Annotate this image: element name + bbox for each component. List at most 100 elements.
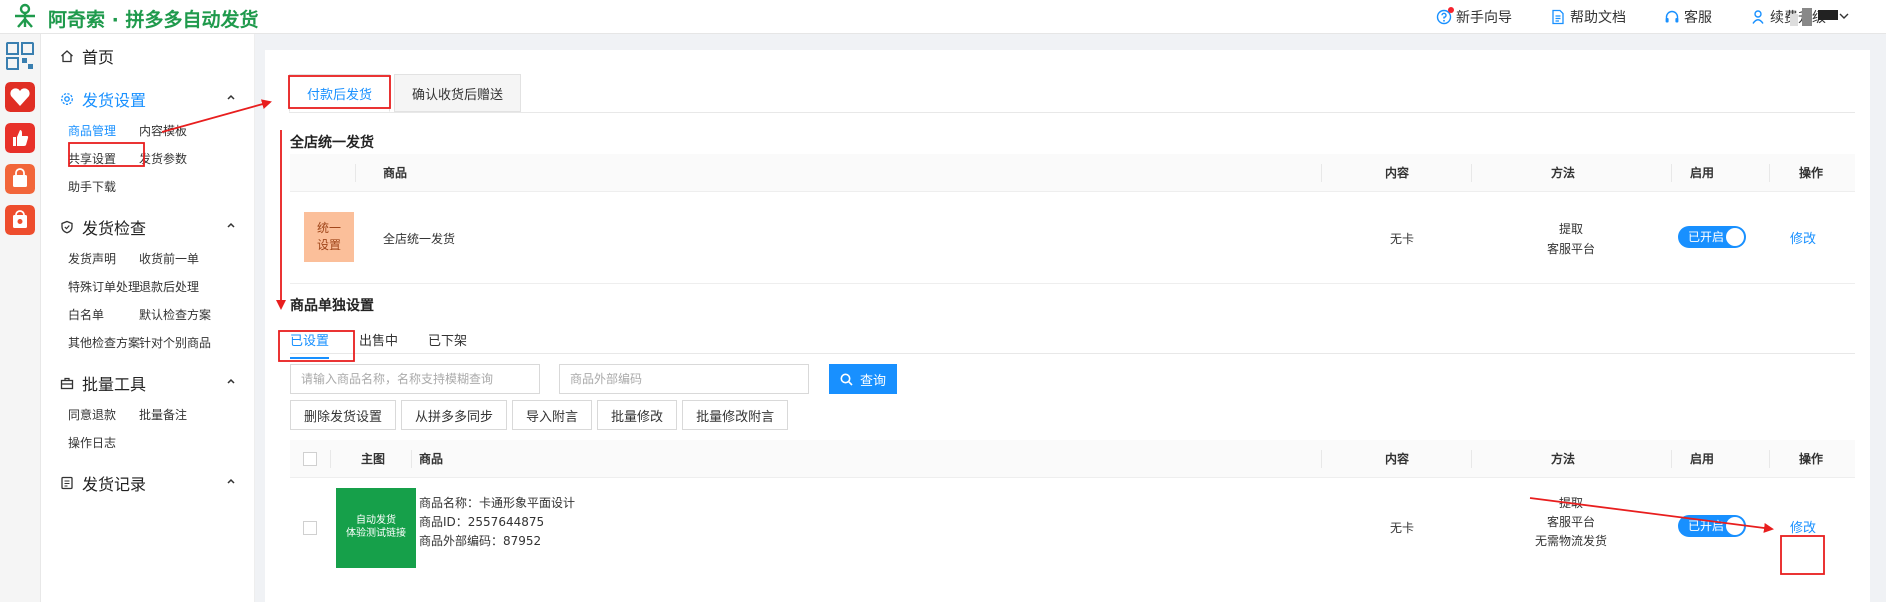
subtab-divider	[290, 353, 1855, 354]
status-subtabs: 已设置 出售中 已下架	[290, 330, 497, 359]
col-method: 方法	[1551, 166, 1576, 180]
col-divider	[1321, 450, 1322, 468]
delete-ship-setting-button[interactable]: 删除发货设置	[290, 400, 397, 430]
subtab-configured[interactable]: 已设置	[290, 330, 330, 359]
logo-icon	[15, 3, 35, 28]
sidebar-item-agree-refund[interactable]: 同意退款	[68, 406, 116, 423]
unified-content: 无卡	[1390, 232, 1415, 246]
sidebar-home[interactable]: 首页	[60, 44, 114, 68]
select-all-checkbox[interactable]	[303, 452, 317, 466]
tab-after-payment[interactable]: 付款后发货	[289, 74, 391, 112]
import-note-button[interactable]: 导入附言	[512, 400, 593, 430]
sidebar-item-special-orders[interactable]: 特殊订单处理	[68, 278, 140, 295]
product-name: 商品名称：卡通形象平面设计	[419, 496, 576, 510]
chevron-up-icon[interactable]	[226, 92, 236, 102]
sidebar-item-ship-params[interactable]: 发货参数	[139, 150, 187, 167]
col-divider	[330, 450, 331, 468]
product-image-line: 体验测试链接	[346, 528, 406, 539]
sidebar-ship-records-label: 发货记录	[82, 475, 147, 494]
table-row: 自动发货 体验测试链接 商品名称：卡通形象平面设计 商品ID：255764487…	[290, 478, 1855, 588]
bulk-edit-button[interactable]: 批量修改	[597, 400, 678, 430]
search-button[interactable]: 查询	[829, 364, 897, 394]
bulk-action-buttons: 删除发货设置 从拼多多同步 导入附言 批量修改 批量修改附言	[290, 400, 793, 430]
thumb-app-icon[interactable]	[5, 123, 35, 153]
col-divider	[1471, 450, 1472, 468]
sidebar-ship-settings-label: 发货设置	[82, 91, 147, 110]
sync-from-pdd-button[interactable]: 从拼多多同步	[401, 400, 508, 430]
question-icon	[1436, 7, 1454, 25]
crown-icon	[1750, 9, 1766, 25]
nav-docs[interactable]: 帮助文档	[1550, 7, 1626, 27]
bulk-edit-note-button[interactable]: 批量修改附言	[682, 400, 789, 430]
sidebar-ship-records[interactable]: 发货记录	[60, 471, 146, 495]
chevron-up-icon[interactable]	[226, 376, 236, 386]
nav-service-label: 客服	[1684, 10, 1712, 26]
method-line: 提取	[1558, 222, 1583, 236]
switch-knob	[1726, 228, 1744, 246]
product-code-search-input[interactable]	[559, 364, 809, 394]
shopee-app-icon[interactable]	[5, 205, 35, 235]
unified-badge-line: 统一	[316, 221, 341, 235]
bag-app-icon[interactable]	[5, 164, 35, 194]
unified-badge-line: 设置	[316, 238, 341, 252]
sidebar-item-assistant-download[interactable]: 助手下载	[68, 178, 116, 195]
sidebar-item-share-settings[interactable]: 共享设置	[68, 150, 116, 167]
unified-product-name: 全店统一发货	[383, 232, 456, 246]
col-divider	[1671, 164, 1672, 182]
unified-section-title: 全店统一发货	[290, 135, 374, 151]
sidebar-item-before-receipt[interactable]: 收货前一单	[139, 250, 199, 267]
account-menu[interactable]	[1790, 6, 1850, 28]
qr-app-icon[interactable]	[5, 41, 35, 71]
col-divider	[411, 450, 412, 468]
sidebar-item-other-plans[interactable]: 其他检查方案	[68, 334, 140, 351]
sidebar-item-content-template[interactable]: 内容模板	[139, 122, 187, 139]
product-image-line: 自动发货	[356, 515, 396, 526]
product-edit-link[interactable]: 修改	[1790, 517, 1816, 536]
sidebar-home-label: 首页	[82, 48, 115, 67]
row-checkbox[interactable]	[303, 521, 317, 535]
product-image[interactable]: 自动发货 体验测试链接	[336, 488, 416, 568]
product-code: 商品外部编码：87952	[419, 534, 542, 548]
sidebar-bulk-tools[interactable]: 批量工具	[60, 371, 146, 395]
sidebar-ship-check[interactable]: 发货检查	[60, 215, 146, 239]
product-method: 提取 客服平台 无需物流发货	[1511, 494, 1631, 551]
sidebar-item-whitelist[interactable]: 白名单	[68, 306, 104, 323]
sidebar-item-default-plan[interactable]: 默认检查方案	[139, 306, 211, 323]
sidebar-item-after-refund[interactable]: 退款后处理	[139, 278, 199, 295]
nav-guide[interactable]: 新手向导	[1436, 7, 1512, 27]
search-button-label: 查询	[859, 372, 886, 388]
col-enabled: 启用	[1690, 166, 1715, 180]
col-divider	[1671, 450, 1672, 468]
tab-after-receipt-gift[interactable]: 确认收货后赠送	[394, 74, 522, 112]
nav-service[interactable]: 客服	[1664, 7, 1712, 27]
col-enabled: 启用	[1690, 452, 1715, 466]
sidebar-item-specific-products[interactable]: 针对个别商品	[139, 334, 211, 351]
sidebar-item-ship-statement[interactable]: 发货声明	[68, 250, 116, 267]
unified-edit-link[interactable]: 修改	[1790, 228, 1816, 247]
method-line: 客服平台	[1546, 515, 1595, 529]
col-content: 内容	[1385, 452, 1410, 466]
col-divider	[1471, 164, 1472, 182]
sidebar-item-product-manage[interactable]: 商品管理	[68, 122, 116, 139]
product-name-search-input[interactable]	[290, 364, 540, 394]
chevron-up-icon[interactable]	[226, 476, 236, 486]
sidebar-item-operation-log[interactable]: 操作日志	[68, 434, 116, 451]
pdd-app-icon[interactable]	[5, 82, 35, 112]
document-icon	[1550, 9, 1566, 25]
table-row: 统一 设置 全店统一发货 无卡 提取 客服平台 已开启 修改	[290, 192, 1855, 284]
method-line: 无需物流发货	[1534, 534, 1607, 548]
sidebar-ship-settings[interactable]: 发货设置	[60, 87, 146, 111]
sidebar-bulk-tools-label: 批量工具	[82, 375, 147, 394]
col-image: 主图	[361, 452, 386, 466]
chevron-up-icon[interactable]	[226, 220, 236, 230]
unified-table-header: 商品 内容 方法 启用 操作	[290, 154, 1855, 192]
product-enable-switch[interactable]: 已开启	[1678, 515, 1746, 537]
method-line: 客服平台	[1546, 242, 1595, 256]
sidebar-item-bulk-note[interactable]: 批量备注	[139, 406, 187, 423]
subtab-off-shelf[interactable]: 已下架	[428, 330, 467, 359]
unified-enable-switch[interactable]: 已开启	[1678, 226, 1746, 248]
col-content: 内容	[1385, 166, 1410, 180]
toolbox-icon	[60, 377, 74, 390]
subtab-on-sale[interactable]: 出售中	[359, 330, 398, 359]
brand-title: 阿奇索 · 拼多多自动发货	[48, 9, 259, 31]
